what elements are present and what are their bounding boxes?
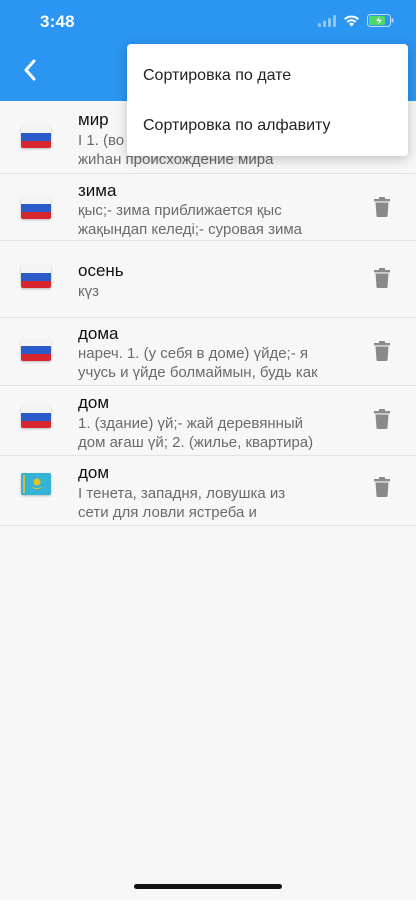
wifi-icon <box>343 14 360 32</box>
home-indicator <box>134 884 282 889</box>
entry-word: дом <box>78 393 110 412</box>
russian-flag-icon <box>21 406 51 428</box>
back-button[interactable] <box>14 56 46 88</box>
list-item[interactable]: осень күз <box>0 241 416 318</box>
entry-word: зима <box>78 181 117 200</box>
russian-flag-icon <box>21 339 51 361</box>
trash-icon <box>374 196 390 222</box>
trash-icon <box>374 340 390 366</box>
kazakhstan-flag-icon <box>21 473 51 495</box>
chevron-left-icon <box>23 59 37 86</box>
entry-word: дом <box>78 463 110 482</box>
delete-button[interactable] <box>371 340 393 366</box>
entry-word: дома <box>78 324 119 343</box>
russian-flag-icon <box>21 266 51 288</box>
entry-translation: қыс;- зима приближается қыс жақындап кел… <box>78 202 303 238</box>
entry-translation: нареч. 1. (у себя в доме) үйде;- я учусь… <box>78 345 318 381</box>
sort-menu: Сортировка по дате Сортировка по алфавит… <box>127 44 408 156</box>
menu-item-sort-by-date[interactable]: Сортировка по дате <box>127 51 408 101</box>
entry-translation: I тенета, западня, ловушка из сети для л… <box>78 485 286 521</box>
battery-icon <box>367 14 394 32</box>
russian-flag-icon <box>21 126 51 148</box>
delete-button[interactable] <box>371 408 393 434</box>
entry-translation: күз <box>78 283 99 300</box>
list-item[interactable]: дома нареч. 1. (у себя в доме) үйде;- я … <box>0 318 416 386</box>
menu-item-sort-by-alphabet[interactable]: Сортировка по алфавиту <box>127 101 408 151</box>
delete-button[interactable] <box>371 267 393 293</box>
entry-word: мир <box>78 110 109 129</box>
entry-word: осень <box>78 261 124 280</box>
trash-icon <box>374 267 390 293</box>
signal-icon <box>318 14 336 32</box>
delete-button[interactable] <box>371 196 393 222</box>
list-item[interactable]: зима қыс;- зима приближается қыс жақында… <box>0 174 416 241</box>
delete-button[interactable] <box>371 476 393 502</box>
trash-icon <box>374 408 390 434</box>
status-time: 3:48 <box>40 12 75 31</box>
russian-flag-icon <box>21 197 51 219</box>
list-item[interactable]: дом I тенета, западня, ловушка из сети д… <box>0 456 416 526</box>
list-item[interactable]: дом 1. (здание) үй;- жай деревянный дом … <box>0 386 416 456</box>
history-list: мир I 1. (во жиһан происхождение мира зи… <box>0 101 416 526</box>
status-icons <box>318 14 394 32</box>
status-bar: 3:48 <box>0 0 416 46</box>
entry-translation: 1. (здание) үй;- жай деревянный дом ағаш… <box>78 415 314 451</box>
trash-icon <box>374 476 390 502</box>
